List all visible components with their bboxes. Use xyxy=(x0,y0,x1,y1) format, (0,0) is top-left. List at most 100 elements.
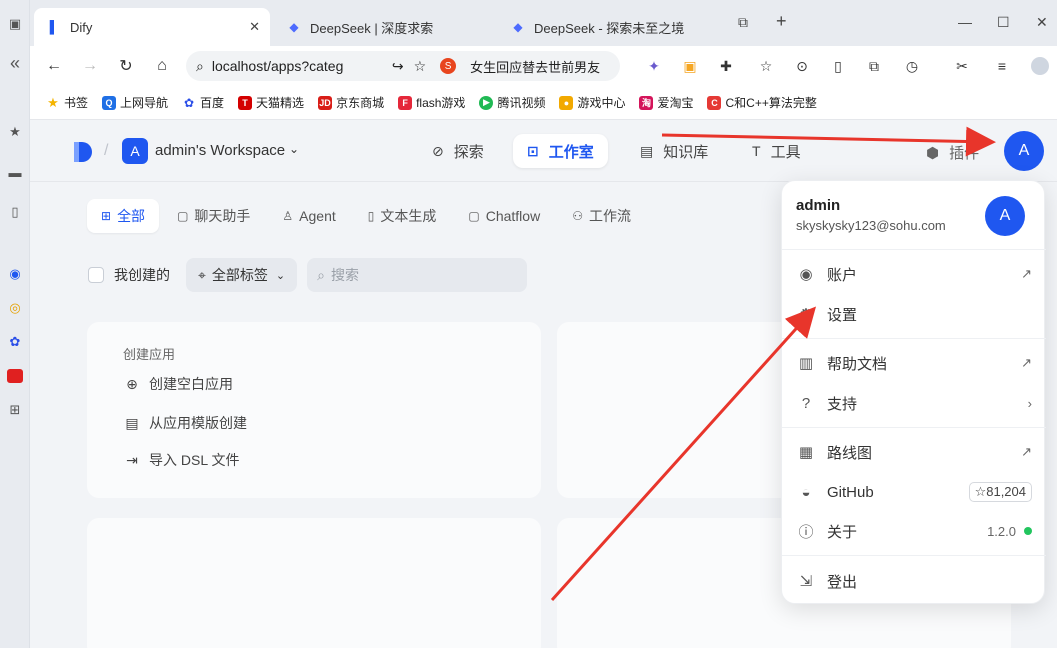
divider xyxy=(782,249,1046,250)
tab-chatflow[interactable]: ▢ Chatflow xyxy=(454,199,554,233)
tab-chat-assistant[interactable]: ▢ 聊天助手 xyxy=(163,199,264,233)
version-label: 1.2.0 xyxy=(987,523,1016,539)
tab-deepseek-1[interactable]: ◆ DeepSeek | 深度求索 xyxy=(274,8,496,46)
bookmark-item[interactable]: ▶ 腾讯视频 xyxy=(479,94,545,111)
tab-workflow[interactable]: ⚇ 工作流 xyxy=(558,199,645,233)
tab-label: 聊天助手 xyxy=(194,208,251,224)
ai-spark-icon[interactable]: ✦ xyxy=(644,56,664,76)
tab-agent[interactable]: ♙ Agent xyxy=(268,199,349,233)
bookmark-label: 书签 xyxy=(64,96,89,110)
tab-all[interactable]: ⊞ 全部 xyxy=(87,199,160,233)
tab-label: 工作流 xyxy=(588,208,631,224)
menu-item-docs[interactable]: ▥ 帮助文档 ↗ xyxy=(796,345,1032,381)
bookmark-item[interactable]: Q 上网导航 xyxy=(102,94,168,111)
menu-item-roadmap[interactable]: ▦ 路线图 ↗ xyxy=(796,434,1032,470)
folder-icon[interactable]: ▬ xyxy=(5,162,25,182)
collapse-icon[interactable]: « xyxy=(5,53,25,73)
tag-filter-select[interactable]: ⌖ 全部标签 ⌄ xyxy=(186,258,298,292)
search-app-icon[interactable]: ◉ xyxy=(5,264,25,284)
chatflow-icon: ▢ xyxy=(468,209,480,223)
tencent-video-icon: ▶ xyxy=(479,95,494,110)
menu-item-label: 路线图 xyxy=(827,444,873,462)
screenshot-icon[interactable]: ⧉ xyxy=(864,56,884,76)
tab-bar: ▌ Dify ✕ ◆ DeepSeek | 深度求索 ◆ DeepSeek - … xyxy=(30,0,1057,46)
close-icon[interactable]: ✕ xyxy=(249,19,260,35)
phone-icon[interactable]: ▯ xyxy=(5,202,25,222)
bookmark-item[interactable]: C C和C++算法完整 xyxy=(707,94,817,111)
nav-label: 知识库 xyxy=(663,143,709,161)
bookmark-item[interactable]: ● 游戏中心 xyxy=(559,94,625,111)
logout-icon: ⇲ xyxy=(799,573,813,590)
home-icon[interactable]: ⌂ xyxy=(152,56,172,76)
gear-icon: ⚙ xyxy=(799,306,813,323)
hammer-icon: T xyxy=(752,143,761,159)
game-icon: ● xyxy=(559,95,574,110)
created-by-me-checkbox[interactable] xyxy=(88,267,104,283)
window-close-icon[interactable]: ✕ xyxy=(1036,14,1048,31)
tab-title: Dify xyxy=(70,19,93,35)
sidebar-toggle-icon[interactable]: ▣ xyxy=(5,14,25,34)
nav-knowledge[interactable]: ▤ 知识库 xyxy=(626,134,722,168)
bookmark-star-icon[interactable]: ☆ xyxy=(414,58,427,75)
menu-item-about[interactable]: ⓘ 关于 1.2.0 xyxy=(796,513,1032,549)
nav-plugins[interactable]: ⬢ 插件 xyxy=(926,142,979,163)
compass-icon[interactable]: ◎ xyxy=(5,298,25,318)
tag-filter-label: 全部标签 xyxy=(211,267,268,283)
tab-dify[interactable]: ▌ Dify ✕ xyxy=(34,8,270,46)
download-icon[interactable]: ⊙ xyxy=(792,56,812,76)
search-suggestion[interactable]: S 女生回应替去世前男友 xyxy=(440,57,600,76)
bookmark-item[interactable]: Fflash游戏 xyxy=(398,94,465,111)
bookmark-item[interactable]: ✿ 百度 xyxy=(182,94,224,111)
c-icon: C xyxy=(707,95,722,110)
new-tab-button[interactable]: + xyxy=(776,11,787,32)
nav-icon: Q xyxy=(102,95,117,110)
bookmark-item[interactable]: ★ 书签 xyxy=(46,94,88,111)
share-icon[interactable]: ↪ xyxy=(392,58,404,75)
bookmark-item[interactable]: 淘爱淘宝 xyxy=(639,94,693,111)
forward-icon[interactable]: → xyxy=(80,56,100,76)
history-icon[interactable]: ◷ xyxy=(902,56,922,76)
bookmark-item[interactable]: JD 京东商城 xyxy=(318,94,384,111)
star-icon[interactable]: ★ xyxy=(5,122,25,142)
folder-sync-icon[interactable]: ▣ xyxy=(680,56,700,76)
workspace-badge[interactable]: A xyxy=(122,138,148,164)
tab-list-icon[interactable]: ⧉ xyxy=(738,14,748,31)
dify-logo-icon[interactable] xyxy=(70,140,94,164)
menu-item-logout[interactable]: ⇲ 登出 xyxy=(796,563,1032,599)
bookmark-label: 天猫精选 xyxy=(256,96,305,110)
maximize-icon[interactable]: ☐ xyxy=(997,14,1010,31)
menu-item-label: 登出 xyxy=(827,573,858,591)
menu-item-settings[interactable]: ⚙ 设置 xyxy=(796,296,1032,332)
menu-item-support[interactable]: ? 支持 › xyxy=(796,385,1032,421)
minimize-icon[interactable]: — xyxy=(958,14,972,30)
add-panel-icon[interactable]: ⊞ xyxy=(5,400,25,420)
app-red-icon[interactable] xyxy=(5,366,25,386)
chevron-down-icon[interactable]: ⌄ xyxy=(289,142,299,156)
create-from-template-button[interactable]: ▤ 从应用模版创建 xyxy=(123,413,247,433)
menu-item-github[interactable]: ◒ GitHub ☆81,204 xyxy=(796,474,1032,510)
url-field[interactable]: ⌕ localhost/apps?categ ↪ ☆ S 女生回应替去世前男友 xyxy=(186,51,620,81)
search-input[interactable]: ⌕ 搜索 xyxy=(307,258,528,292)
bookmark-item[interactable]: T 天猫精选 xyxy=(238,94,304,111)
tab-deepseek-2[interactable]: ◆ DeepSeek - 探索未至之境 xyxy=(498,8,720,46)
nav-explore[interactable]: ⊘ 探索 xyxy=(418,134,498,168)
menu-item-account[interactable]: ◉ 账户 ↗ xyxy=(796,256,1032,292)
import-dsl-button[interactable]: ⇥ 导入 DSL 文件 xyxy=(123,450,239,470)
favorites-icon[interactable]: ☆ xyxy=(756,56,776,76)
avatar[interactable]: A xyxy=(1004,131,1044,171)
app-card[interactable] xyxy=(87,518,541,648)
tab-text-generation[interactable]: ▯ 文本生成 xyxy=(354,199,451,233)
workspace-name[interactable]: admin's Workspace xyxy=(155,142,285,159)
cut-icon[interactable]: ✂ xyxy=(952,56,972,76)
profile-icon[interactable] xyxy=(1030,56,1050,76)
back-icon[interactable]: ← xyxy=(44,56,64,76)
create-blank-app-button[interactable]: ⊕ 创建空白应用 xyxy=(123,374,233,394)
reload-icon[interactable]: ↻ xyxy=(116,56,136,76)
nav-tools[interactable]: T 工具 xyxy=(738,134,815,168)
extensions-icon[interactable]: ✚ xyxy=(716,56,736,76)
menu-icon[interactable]: ≡ xyxy=(992,56,1012,76)
mobile-icon[interactable]: ▯ xyxy=(828,56,848,76)
baidu-paw-icon[interactable]: ✿ xyxy=(5,332,25,352)
search-placeholder: 搜索 xyxy=(330,267,359,283)
nav-studio[interactable]: ⊡ 工作室 xyxy=(513,134,608,168)
